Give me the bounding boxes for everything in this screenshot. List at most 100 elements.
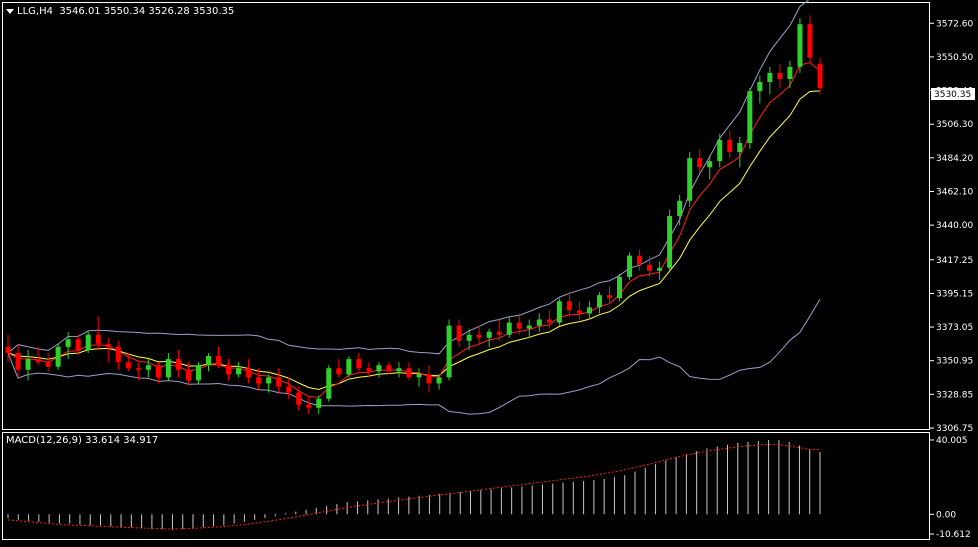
candle-body [817,63,823,89]
candle-body [777,72,783,79]
candle-body [727,139,733,153]
upper-band-line [7,0,810,355]
price-axis: 3572.603550.503528.403506.303484.203462.… [930,19,973,434]
candle-body [356,359,362,369]
price-tick-label: 3350.95 [936,357,973,367]
price-tick-label: 3328.85 [936,390,973,400]
candle-body [426,374,432,384]
price-tick-label: 3417.25 [936,256,973,266]
candle-body [336,368,342,375]
candle-body [115,346,121,363]
candle-body [747,91,753,143]
chart-canvas[interactable]: 3572.603550.503528.403506.303484.203462.… [0,0,978,543]
candle-body [647,264,653,271]
price-tick-label: 3306.75 [936,424,973,434]
candle-body [516,322,522,329]
macd-tick-label: -10.612 [936,530,971,540]
candle-body [526,325,532,329]
candle-body [366,368,372,372]
candle-body [276,377,282,387]
candle-body [556,301,562,323]
candle-body [326,368,332,399]
candle-body [45,362,51,367]
candle-body [135,368,141,370]
candle-body [55,346,61,367]
candle-body [486,331,492,338]
candle-body [797,24,803,67]
candle-body [205,356,211,366]
price-tick-label: 3550.50 [936,53,973,63]
price-tick-label: 3373.05 [936,323,973,333]
candle-body [286,386,292,393]
chart-header: LLG,H4 3546.01 3550.34 3526.28 3530.35 [6,6,234,17]
macd-tick-label: 0.00 [936,510,956,520]
candle-body [246,368,252,378]
price-tick-label: 3506.30 [936,120,973,130]
lower-band-line [7,298,821,415]
candle-body [256,377,262,384]
candle-body [667,216,673,268]
price-layer [5,0,823,415]
candle-body [316,398,322,408]
candle-body [236,368,242,375]
candle-body [226,365,232,375]
candle-body [737,142,743,153]
candle-body [596,295,602,308]
price-tick-label: 3484.20 [936,154,973,164]
candle-body [576,310,582,314]
candle-body [586,307,592,314]
fast-ma-line [7,61,821,398]
candle-body [296,392,302,405]
ohlc-values: 3546.01 3550.34 3526.28 3530.35 [59,6,235,17]
candle-body [175,359,181,370]
candle-body [807,24,813,58]
candle-body [436,377,442,384]
candle-body [105,343,111,347]
symbol-timeframe: LLG,H4 [17,6,53,17]
candle-body [446,325,452,378]
price-tick-label: 3395.15 [936,289,973,299]
candle-body [717,139,723,162]
candle-body [637,255,643,265]
candle-body [677,200,683,217]
candle-body [606,295,612,299]
candle-body [617,276,623,299]
candle-body [15,353,21,370]
candle-body [95,334,101,344]
price-tick-label: 3572.60 [936,19,973,29]
candle-body [787,66,793,79]
candle-body [767,72,773,83]
macd-axis: 40.005 0.00 -10.612 [930,436,971,540]
candle-body [125,362,131,369]
candle-body [466,334,472,341]
candle-body [185,369,191,381]
candle-body [386,365,392,372]
candle-body [85,334,91,350]
price-panel-frame [2,2,930,430]
dropdown-triangle-icon[interactable] [6,8,14,14]
current-price-marker: 3530.35 [931,88,975,100]
candle-body [376,365,382,372]
chart-window[interactable]: 3572.603550.503528.403506.303484.203462.… [0,0,978,543]
slow-ma-line [7,90,821,391]
candle-body [25,359,31,370]
candle-body [406,368,412,378]
candle-body [416,374,422,378]
macd-signal-line [7,443,820,530]
candle-body [35,359,41,363]
macd-layer [7,440,821,531]
candle-body [536,319,542,326]
candle-body [396,368,402,372]
candle-body [506,322,512,335]
candle-body [627,255,633,277]
candle-body [346,359,352,375]
candle-body [707,161,713,168]
candle-body [456,325,462,341]
candle-body [216,356,222,366]
candle-body [687,158,693,201]
candle-body [306,404,312,408]
candle-body [266,377,272,384]
candle-body [566,301,572,311]
macd-tick-label: 40.005 [936,436,968,446]
current-price-label: 3530.35 [934,90,971,100]
